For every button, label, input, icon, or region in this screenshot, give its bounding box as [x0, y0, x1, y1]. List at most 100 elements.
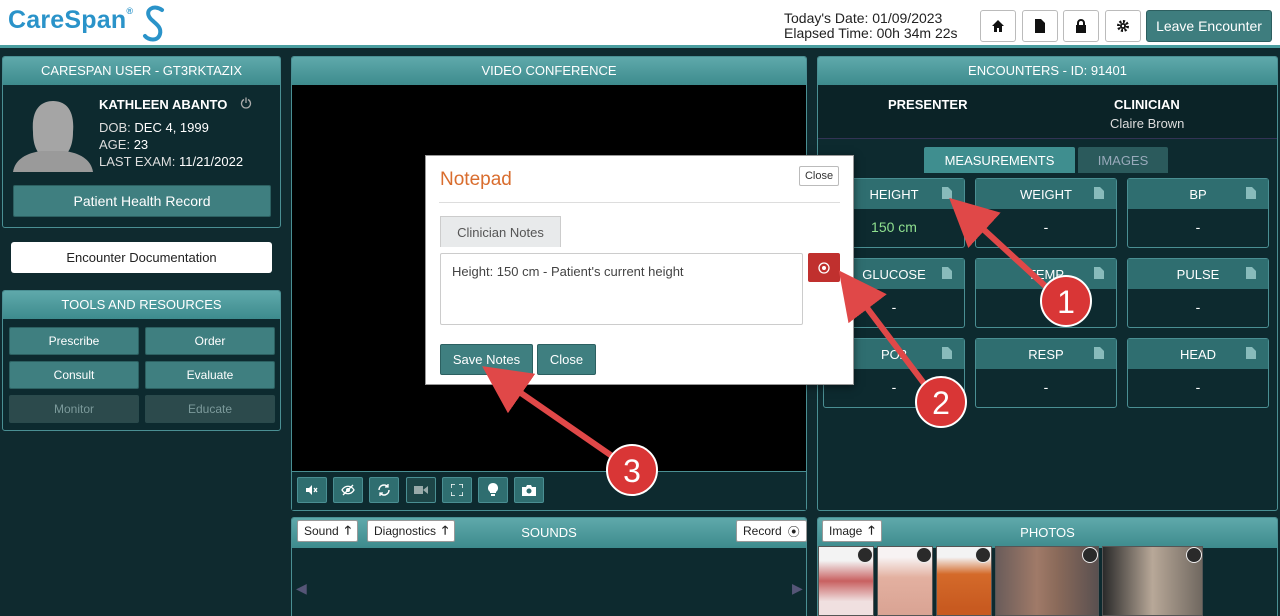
measurement-card-pulse[interactable]: PULSE - [1127, 258, 1269, 328]
measurement-label: TEMP [1027, 267, 1065, 282]
photo-thumbnail[interactable] [936, 546, 992, 616]
remove-photo-icon[interactable] [857, 547, 873, 563]
arrow-up-icon: 🡑 [868, 522, 875, 537]
notepad-modal: Notepad Close Clinician Notes Height: 15… [425, 155, 854, 385]
photo-thumbnail[interactable] [877, 546, 933, 616]
camera-button[interactable] [406, 477, 436, 503]
measurement-label: BP [1189, 187, 1207, 202]
sounds-next-arrow[interactable]: ▶ [792, 580, 803, 597]
document-icon[interactable] [942, 187, 952, 199]
evaluate-button[interactable]: Evaluate [145, 361, 275, 389]
document-icon[interactable] [1246, 347, 1256, 359]
save-notes-button[interactable]: Save Notes [440, 344, 533, 375]
documents-button[interactable] [1022, 10, 1058, 42]
measurement-header: TEMP [976, 259, 1116, 289]
document-icon[interactable] [942, 267, 952, 279]
measurement-value: - [1195, 299, 1201, 315]
measurement-value: - [1195, 219, 1201, 235]
snapshot-button[interactable] [514, 477, 544, 503]
refresh-icon [378, 484, 390, 496]
leave-encounter-button[interactable]: Leave Encounter [1146, 10, 1272, 42]
record-sound-button[interactable]: Record ⦿ [736, 520, 807, 542]
remove-photo-icon[interactable] [916, 547, 932, 563]
tools-panel: TOOLS AND RESOURCES Prescribe Order Cons… [2, 290, 281, 431]
carespan-logo: CareSpan® [8, 6, 134, 34]
video-title: VIDEO CONFERENCE [292, 57, 806, 85]
document-icon[interactable] [1246, 267, 1256, 279]
document-icon[interactable] [1094, 267, 1104, 279]
educate-button[interactable]: Educate [145, 395, 275, 423]
expand-icon [451, 484, 463, 496]
measurement-label: RESP [1028, 347, 1064, 362]
monitor-button[interactable]: Monitor [9, 395, 139, 423]
logo-mark-icon [143, 5, 164, 42]
document-icon[interactable] [1094, 187, 1104, 199]
arrow-up-icon: 🡑 [442, 522, 449, 537]
power-icon[interactable] [240, 97, 252, 109]
notepad-close-top-button[interactable]: Close [799, 166, 839, 186]
measurement-card-temp[interactable]: TEMP - [975, 258, 1117, 328]
patient-details: DOB: DEC 4, 1999 AGE: 23 LAST EXAM: 11/2… [99, 120, 244, 169]
tab-clinician-notes[interactable]: Clinician Notes [440, 216, 561, 247]
patient-dob: DEC 4, 1999 [134, 120, 209, 135]
diagnostics-upload-button[interactable]: Diagnostics 🡑 [367, 520, 456, 542]
photos-title: PHOTOS [818, 518, 1277, 548]
image-upload-button[interactable]: Image 🡑 [822, 520, 882, 542]
camera-icon [522, 485, 536, 496]
document-icon[interactable] [1246, 187, 1256, 199]
remove-photo-icon[interactable] [1082, 547, 1098, 563]
measurement-value: - [1043, 379, 1049, 395]
measurement-card-head[interactable]: HEAD - [1127, 338, 1269, 408]
clinician-label: CLINICIAN [1114, 97, 1180, 112]
gear-icon [1117, 20, 1129, 32]
photo-thumbnail[interactable] [995, 546, 1099, 616]
remove-photo-icon[interactable] [1186, 547, 1202, 563]
elapsed-time: Elapsed Time: 00h 34m 22s [784, 25, 958, 41]
notepad-divider [439, 202, 840, 203]
document-icon[interactable] [942, 347, 952, 359]
measurement-card-bp[interactable]: BP - [1127, 178, 1269, 248]
sound-upload-button[interactable]: Sound 🡑 [297, 520, 358, 542]
consult-button[interactable]: Consult [9, 361, 139, 389]
measurement-card-resp[interactable]: RESP - [975, 338, 1117, 408]
record-circle-icon: ⦿ [787, 524, 800, 539]
document-icon[interactable] [1094, 347, 1104, 359]
photo-thumbnail[interactable] [1102, 546, 1203, 616]
tab-measurements[interactable]: MEASUREMENTS [924, 147, 1075, 173]
order-button[interactable]: Order [145, 327, 275, 355]
measurement-label: HEIGHT [869, 187, 919, 202]
encounters-title: ENCOUNTERS - ID: 91401 [818, 57, 1277, 85]
photo-thumbnail[interactable] [818, 546, 874, 616]
date-info: Today's Date: 01/09/2023 Elapsed Time: 0… [784, 11, 958, 41]
mute-button[interactable] [297, 477, 327, 503]
measurement-value: - [1043, 219, 1049, 235]
record-notes-button[interactable] [808, 253, 840, 282]
patient-name: KATHLEEN ABANTO [99, 97, 228, 112]
patient-panel-title: CARESPAN USER - GT3RKTAZIX [3, 57, 280, 85]
light-button[interactable] [478, 477, 508, 503]
top-bar: CareSpan® Today's Date: 01/09/2023 Elaps… [0, 0, 1280, 48]
switch-camera-button[interactable] [369, 477, 399, 503]
home-button[interactable] [980, 10, 1016, 42]
notepad-close-button[interactable]: Close [537, 344, 596, 375]
measurement-header: WEIGHT [976, 179, 1116, 209]
tab-images[interactable]: IMAGES [1078, 147, 1168, 173]
measurement-label: PO2 [880, 347, 907, 362]
measurement-label: HEAD [1179, 347, 1217, 362]
patient-health-record-button[interactable]: Patient Health Record [13, 185, 271, 217]
measurement-value: - [1195, 379, 1201, 395]
patient-last-exam: 11/21/2022 [178, 154, 244, 169]
home-icon [992, 20, 1004, 32]
notes-textarea[interactable]: Height: 150 cm - Patient's current heigh… [440, 253, 803, 325]
measurement-card-weight[interactable]: WEIGHT - [975, 178, 1117, 248]
remove-photo-icon[interactable] [975, 547, 991, 563]
fullscreen-button[interactable] [442, 477, 472, 503]
sounds-prev-arrow[interactable]: ◀ [296, 580, 307, 597]
settings-button[interactable] [1105, 10, 1141, 42]
patient-avatar-icon [13, 101, 93, 172]
lock-button[interactable] [1063, 10, 1099, 42]
measurement-value: - [1043, 299, 1049, 315]
hide-video-button[interactable] [333, 477, 363, 503]
prescribe-button[interactable]: Prescribe [9, 327, 139, 355]
encounter-documentation-button[interactable]: Encounter Documentation [11, 242, 272, 273]
